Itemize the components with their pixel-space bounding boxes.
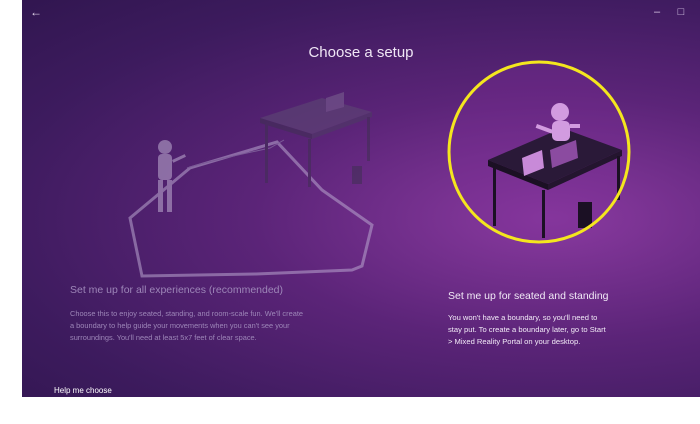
desk-icon bbox=[260, 92, 372, 187]
option-description-line: > Mixed Reality Portal on your desktop. bbox=[448, 337, 581, 346]
option-all-experiences[interactable]: Set me up for all experiences (recommend… bbox=[70, 284, 410, 344]
option-description: You won't have a boundary, so you'll nee… bbox=[448, 312, 668, 348]
option-description-line: surroundings. You'll need at least 5x7 f… bbox=[70, 333, 257, 342]
option-description: Choose this to enjoy seated, standing, a… bbox=[70, 308, 410, 344]
option-description-line: a boundary to help guide your movements … bbox=[70, 321, 290, 330]
option-title: Set me up for all experiences (recommend… bbox=[70, 284, 284, 296]
option-description-line: Choose this to enjoy seated, standing, a… bbox=[70, 309, 303, 318]
help-me-choose-link[interactable]: Help me choose bbox=[54, 386, 112, 395]
room-scale-illustration[interactable] bbox=[128, 92, 374, 278]
option-description-line: stay put. To create a boundary later, go… bbox=[448, 325, 606, 334]
option-description-line: You won't have a boundary, so you'll nee… bbox=[448, 313, 598, 322]
mixed-reality-setup-window: ← – □ Choose a setup Set me up for all e… bbox=[22, 0, 700, 397]
option-title: Set me up for seated and standing bbox=[448, 290, 609, 302]
option-seated-standing[interactable]: Set me up for seated and standing You wo… bbox=[448, 290, 668, 348]
